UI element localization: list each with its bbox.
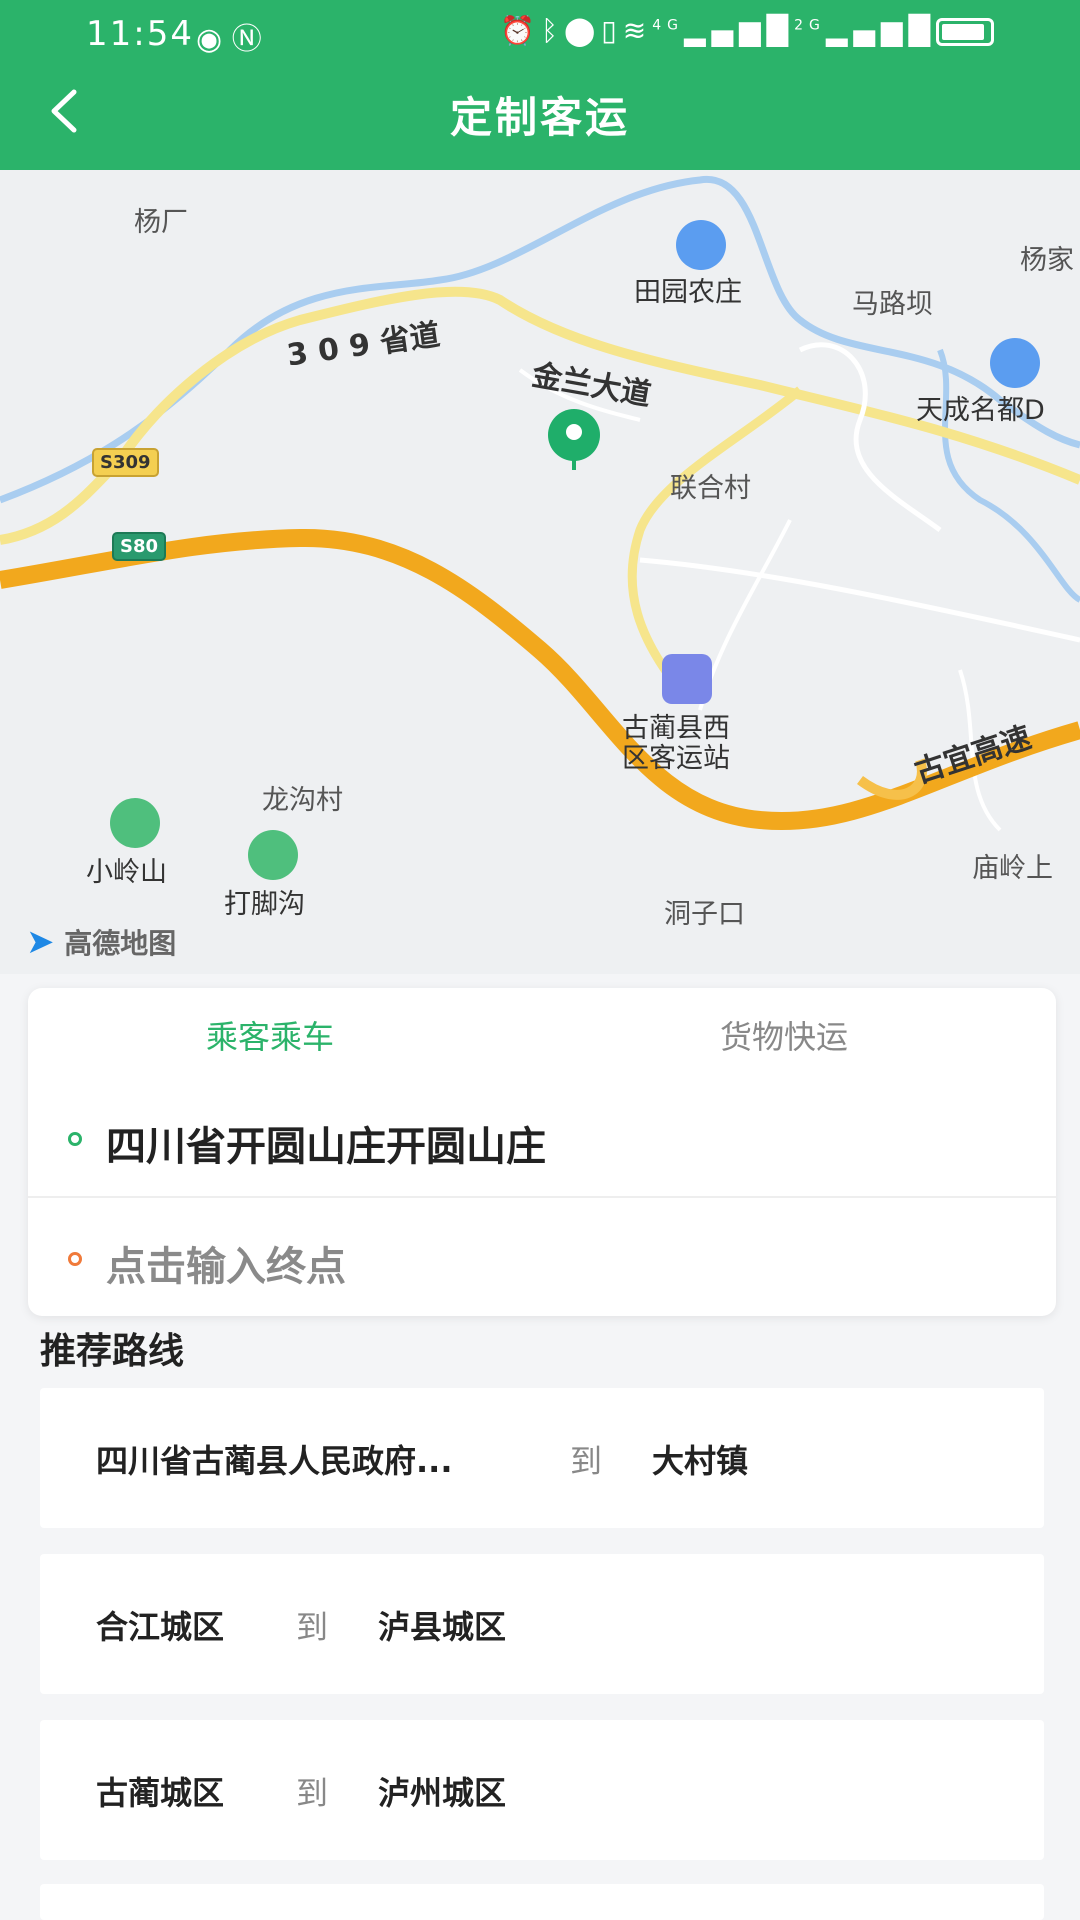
route-item[interactable] — [40, 1884, 1044, 1920]
route-from: 四川省古蔺县人民政府... — [96, 1442, 453, 1480]
mountain-icon — [110, 798, 160, 848]
route-to: 大村镇 — [652, 1442, 749, 1480]
start-location-row[interactable]: 四川省开圆山庄开圆山庄 — [28, 1080, 1056, 1198]
page-title: 定制客运 — [449, 93, 630, 142]
shield-s309: S309 — [92, 448, 159, 477]
eye-icon: ◉ — [196, 22, 223, 57]
wifi-icon: ≋ — [622, 14, 653, 47]
end-location-row[interactable]: 点击输入终点 — [28, 1200, 1056, 1318]
route-item[interactable]: 合江城区 到 泸县城区 — [40, 1554, 1044, 1694]
route-item[interactable]: 四川省古蔺县人民政府... 到 大村镇 — [40, 1388, 1044, 1528]
amap-logo: ➤ 高德地图 — [26, 922, 176, 962]
vibrate-icon: ▯ — [601, 14, 623, 47]
amap-logo-icon: ➤ — [26, 922, 55, 962]
map-label-lianhe: 联合村 — [670, 473, 751, 504]
route-to: 泸县城区 — [378, 1608, 507, 1646]
route-connector: 到 — [296, 1608, 329, 1646]
tab-bar: 乘客乘车 货物快运 — [28, 988, 1056, 1080]
tab-cargo[interactable]: 货物快运 — [720, 1012, 848, 1058]
map-label-xiaoling: 小岭山 — [86, 857, 167, 888]
status-time: 11:54 — [86, 14, 194, 54]
route-connector: 到 — [570, 1442, 603, 1480]
map-label-longgou: 龙沟村 — [262, 785, 343, 816]
pin-icon — [676, 220, 726, 270]
map-view[interactable]: 杨厂 田园农庄 杨家 马路坝 天成名都D 联合村 3 0 9 省道 金兰大道 S… — [0, 170, 1080, 974]
amap-logo-text: 高德地图 — [64, 927, 177, 960]
route-to: 泸州城区 — [378, 1774, 507, 1812]
map-label-station-2: 区客运站 — [622, 743, 730, 774]
bluetooth-icon: ᛒ — [541, 14, 564, 47]
trip-panel: 乘客乘车 货物快运 四川省开圆山庄开圆山庄 点击输入终点 — [28, 988, 1056, 1316]
map-label-miaoling: 庙岭上 — [972, 853, 1053, 884]
net-4g-label: 4G — [652, 17, 684, 34]
map-label-dongzi: 洞子口 — [664, 899, 745, 930]
app-bar: 11:54 ◉ Ⓝ ⏰ᛒ⬤▯≋4G▂▄▆█2G▂▄▆█ 定制客运 — [0, 0, 1080, 170]
recommended-title: 推荐路线 — [40, 1331, 185, 1372]
end-dot-icon — [68, 1252, 82, 1266]
route-connector: 到 — [296, 1774, 329, 1812]
mountain-icon — [248, 830, 298, 880]
start-location: 四川省开圆山庄开圆山庄 — [106, 1124, 546, 1170]
net-2g-label: 2G — [794, 17, 826, 34]
end-location-input[interactable]: 点击输入终点 — [106, 1234, 346, 1292]
tab-passenger[interactable]: 乘客乘车 — [206, 1012, 334, 1058]
route-from: 古蔺城区 — [96, 1774, 225, 1812]
nfc-icon: Ⓝ — [231, 22, 262, 57]
map-label-yangchang: 杨厂 — [134, 207, 188, 238]
signal-2g-icon: 2G▂▄▆█ — [794, 14, 936, 47]
status-right-icons: ⏰ᛒ⬤▯≋4G▂▄▆█2G▂▄▆█ — [500, 14, 994, 47]
map-label-malu: 马路坝 — [852, 289, 933, 320]
map-label-yangjia: 杨家 — [1020, 245, 1074, 276]
start-dot-icon — [68, 1132, 82, 1146]
alarm-icon: ⏰ — [500, 14, 542, 47]
location-icon: ⬤ — [563, 14, 602, 47]
building-icon — [990, 338, 1040, 388]
route-from: 合江城区 — [96, 1608, 225, 1646]
map-label-tiancheng: 天成名都D — [916, 395, 1045, 426]
bus-station-icon — [662, 654, 712, 704]
signal-4g-icon: 4G▂▄▆█ — [652, 14, 795, 47]
map-label-tianyuan: 田园农庄 — [634, 277, 742, 308]
route-item[interactable]: 古蔺城区 到 泸州城区 — [40, 1720, 1044, 1860]
shield-s80: S80 — [112, 532, 167, 561]
battery-icon — [936, 18, 994, 46]
status-bar: 11:54 ◉ Ⓝ ⏰ᛒ⬤▯≋4G▂▄▆█2G▂▄▆█ — [0, 0, 1080, 66]
map-label-dajiao: 打脚沟 — [224, 889, 305, 920]
status-left-icons: ◉ Ⓝ — [196, 14, 262, 58]
